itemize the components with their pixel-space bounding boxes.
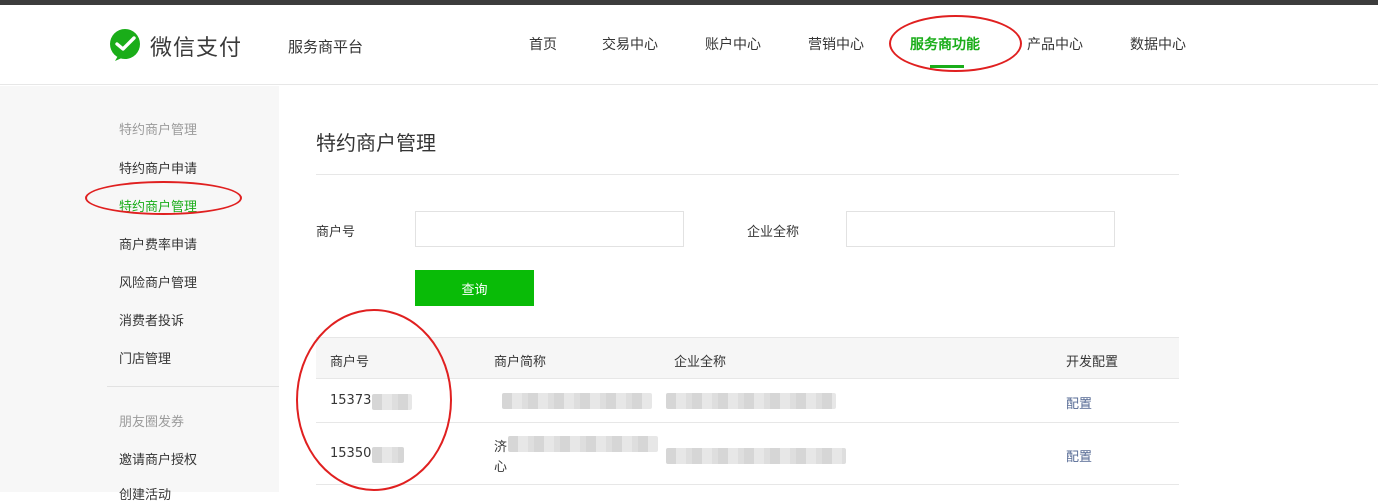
table-row: 15373 配置 bbox=[316, 379, 1179, 423]
sidebar-group-merchant-mgmt: 特约商户管理 bbox=[119, 123, 198, 138]
merchant-id-label: 商户号 bbox=[316, 225, 356, 240]
col-dev-config: 开发配置 bbox=[1066, 355, 1119, 370]
nav-marketing[interactable]: 营销中心 bbox=[808, 34, 864, 56]
sidebar-item-merchant-manage[interactable]: 特约商户管理 bbox=[119, 196, 197, 215]
nav-transactions[interactable]: 交易中心 bbox=[602, 34, 658, 56]
platform-name: 服务商平台 bbox=[288, 38, 364, 56]
nav-provider-functions[interactable]: 服务商功能 bbox=[910, 34, 980, 56]
sidebar-group-moments-coupons: 朋友圈发券 bbox=[119, 415, 185, 430]
merchant-id-cell: 15350 bbox=[330, 446, 372, 461]
col-short-name: 商户简称 bbox=[494, 355, 547, 370]
sidebar-item-risk-merchant[interactable]: 风险商户管理 bbox=[119, 272, 197, 291]
redacted-blur bbox=[372, 394, 412, 410]
logo-text: 微信支付 bbox=[150, 36, 243, 61]
redacted-blur bbox=[372, 447, 404, 463]
active-nav-indicator bbox=[930, 65, 964, 68]
company-name-input[interactable] bbox=[846, 211, 1115, 247]
nav-account[interactable]: 账户中心 bbox=[705, 34, 761, 56]
sidebar-item-complaints[interactable]: 消费者投诉 bbox=[119, 310, 184, 329]
nav-data[interactable]: 数据中心 bbox=[1130, 34, 1186, 56]
redacted-blur bbox=[508, 436, 658, 452]
sidebar-item-create-activity[interactable]: 创建活动 bbox=[119, 484, 171, 503]
config-link[interactable]: 配置 bbox=[1066, 446, 1092, 465]
nav-products[interactable]: 产品中心 bbox=[1027, 34, 1083, 56]
query-button[interactable]: 查询 bbox=[415, 270, 534, 306]
company-name-label: 企业全称 bbox=[747, 225, 800, 240]
title-divider bbox=[316, 174, 1179, 175]
merchant-id-input[interactable] bbox=[415, 211, 684, 247]
redacted-blur bbox=[666, 448, 846, 464]
sidebar-item-rate-apply[interactable]: 商户费率申请 bbox=[119, 234, 197, 253]
table-header: 商户号 商户简称 企业全称 开发配置 bbox=[316, 337, 1179, 379]
wechat-pay-logo-icon bbox=[110, 29, 140, 61]
redacted-blur bbox=[502, 393, 652, 409]
top-header: 微信支付 服务商平台 首页 交易中心 账户中心 营销中心 服务商功能 产品中心 … bbox=[0, 5, 1378, 85]
merchant-id-cell: 15373 bbox=[330, 393, 372, 408]
sidebar: 特约商户管理 特约商户申请 特约商户管理 商户费率申请 风险商户管理 消费者投诉… bbox=[0, 86, 279, 503]
page-title: 特约商户管理 bbox=[316, 131, 436, 155]
nav-home[interactable]: 首页 bbox=[529, 34, 557, 56]
sidebar-item-merchant-apply[interactable]: 特约商户申请 bbox=[119, 158, 197, 177]
sidebar-item-invite-merchant[interactable]: 邀请商户授权 bbox=[119, 449, 197, 468]
col-full-name: 企业全称 bbox=[674, 355, 727, 370]
sidebar-divider bbox=[107, 386, 279, 387]
col-merchant-id: 商户号 bbox=[330, 355, 370, 370]
table-row: 15350 济 心 配置 bbox=[316, 423, 1179, 485]
short-name-line2: 心 bbox=[494, 460, 508, 475]
config-link[interactable]: 配置 bbox=[1066, 393, 1092, 412]
short-name-line1: 济 bbox=[494, 440, 508, 455]
sidebar-item-stores[interactable]: 门店管理 bbox=[119, 348, 171, 367]
redacted-blur bbox=[666, 393, 836, 409]
